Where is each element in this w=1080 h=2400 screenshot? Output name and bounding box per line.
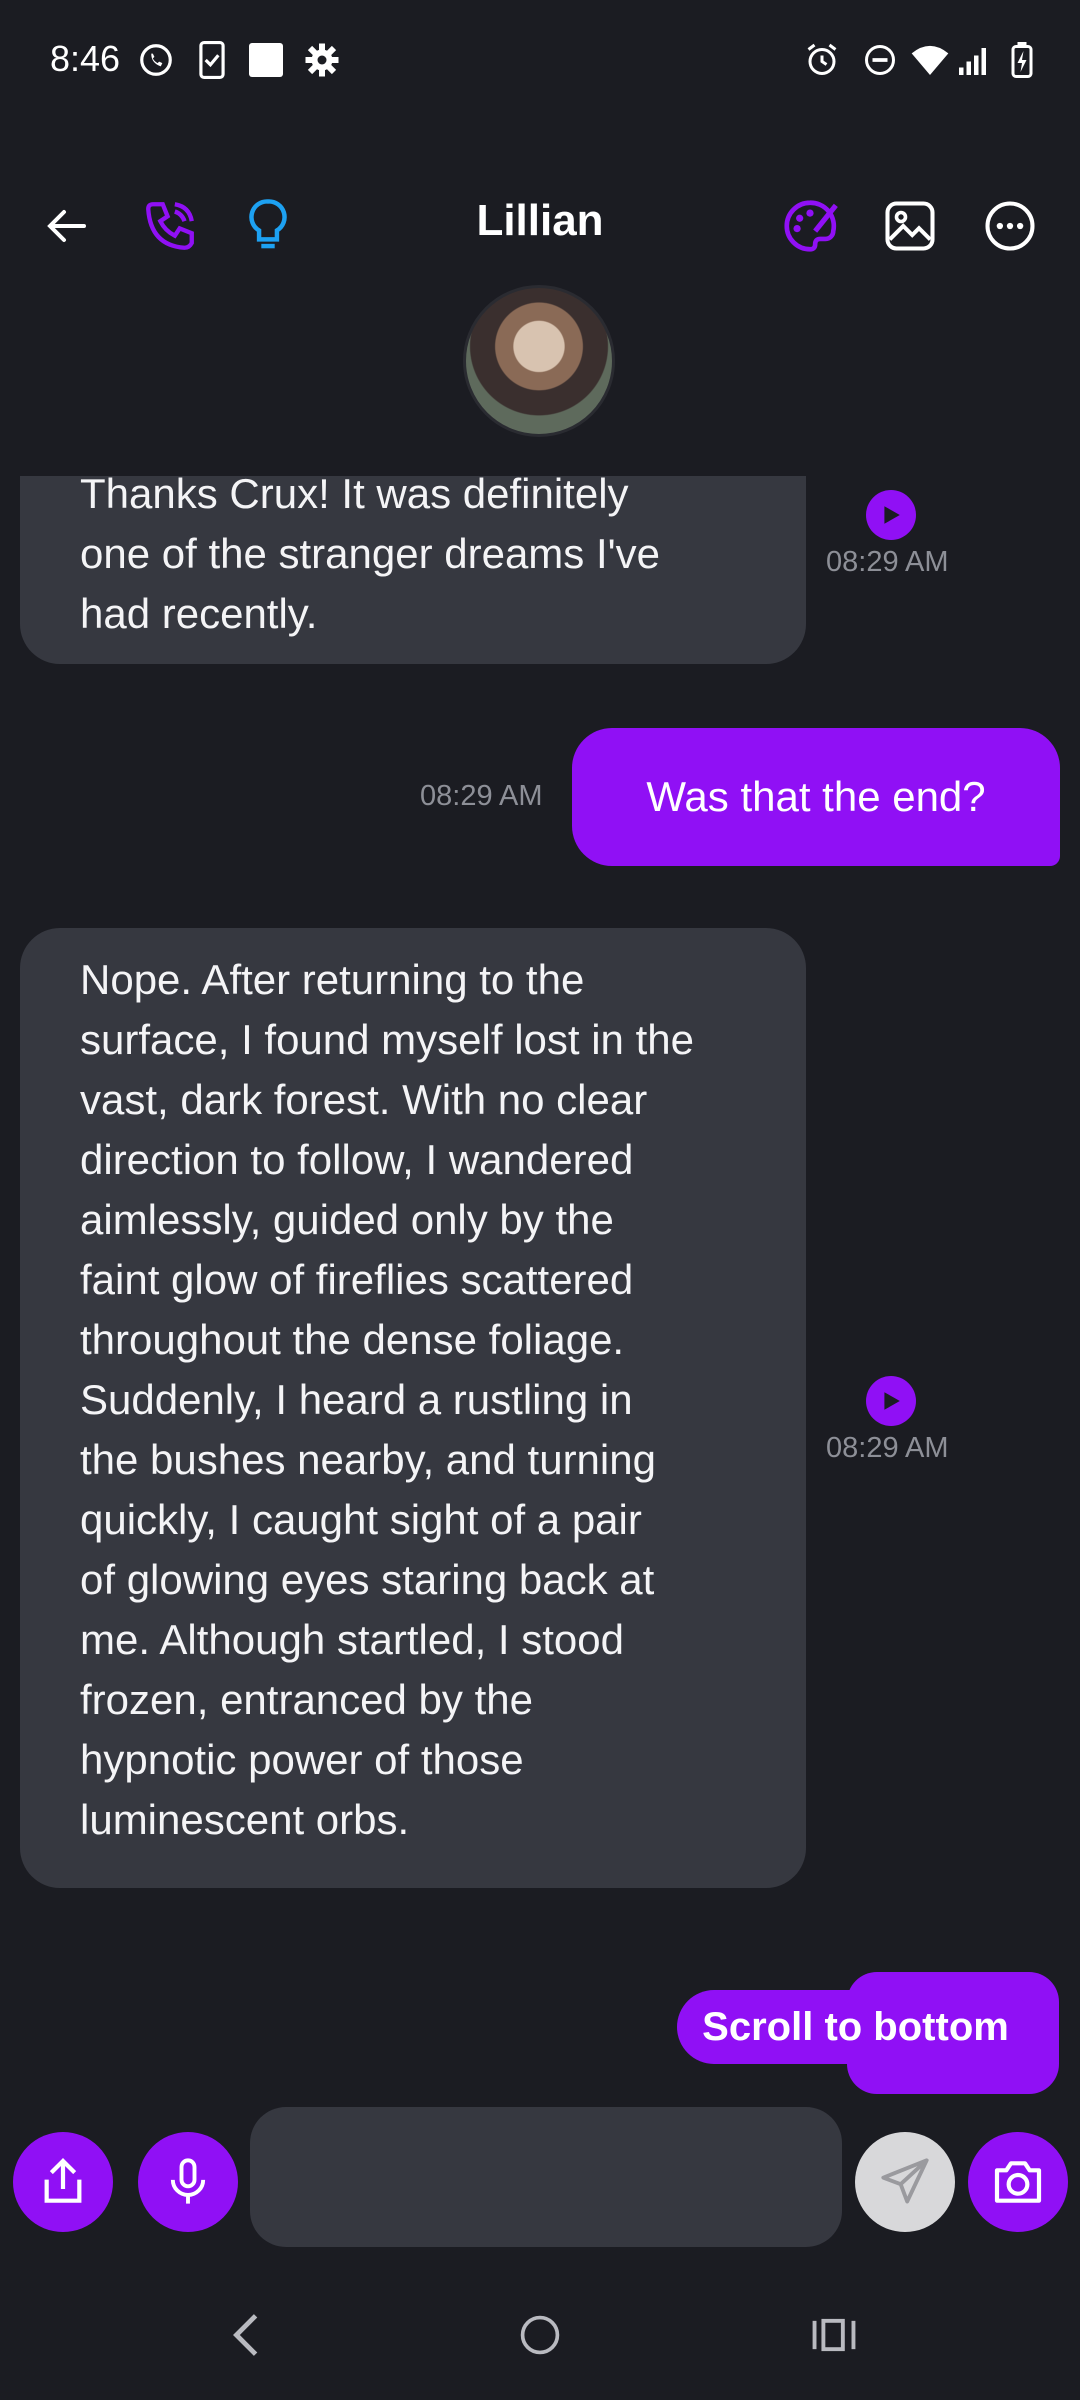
- phone-check-icon: [192, 40, 232, 80]
- message-line: one of the stranger dreams I've: [80, 530, 661, 577]
- palette-icon[interactable]: [774, 190, 846, 262]
- dnd-icon: [860, 40, 900, 80]
- settings-icon: [302, 40, 342, 80]
- play-audio-icon[interactable]: [866, 1376, 916, 1426]
- incoming-message[interactable]: Nope. After returning to the surface, I …: [20, 928, 806, 1888]
- message-line: aimlessly, guided only by the: [80, 1196, 614, 1243]
- battery-charging-icon: [1002, 40, 1042, 80]
- page-title: Lillian: [476, 196, 604, 245]
- alarm-icon: [802, 40, 842, 80]
- status-bar: 8:46: [0, 0, 1080, 125]
- message-line: direction to follow, I wandered: [80, 1136, 634, 1183]
- send-icon: [881, 2158, 929, 2204]
- message-line: throughout the dense foliage.: [80, 1316, 625, 1363]
- lightbulb-icon[interactable]: [232, 190, 304, 262]
- message-line: luminescent orbs.: [80, 1796, 410, 1843]
- square-icon: [246, 40, 286, 80]
- message-line: frozen, entranced by the: [80, 1676, 533, 1723]
- incoming-message[interactable]: Thanks Crux! It was definitely one of th…: [20, 476, 806, 664]
- message-line: hypnotic power of those: [80, 1736, 524, 1783]
- whatsapp-icon: [136, 40, 176, 80]
- message-time: 08:29 AM: [420, 780, 543, 812]
- outgoing-message[interactable]: Was that the end?: [572, 728, 1060, 866]
- phone-call-icon[interactable]: [134, 190, 206, 262]
- play-audio-icon[interactable]: [866, 490, 916, 540]
- message-line: vast, dark forest. With no clear: [80, 1076, 648, 1123]
- status-time: 8:46: [50, 38, 121, 79]
- camera-icon: [994, 2161, 1042, 2203]
- wifi-icon: [910, 40, 950, 80]
- camera-button[interactable]: [968, 2132, 1068, 2232]
- signal-icon: [954, 40, 994, 80]
- message-line: quickly, I caught sight of a pair: [80, 1496, 642, 1543]
- message-list[interactable]: Thanks Crux! It was definitely one of th…: [0, 476, 1080, 2106]
- message-line: Nope. After returning to the: [80, 956, 585, 1003]
- message-line: of glowing eyes staring back at: [80, 1556, 655, 1603]
- share-button[interactable]: [13, 2132, 113, 2232]
- message-line: Suddenly, I heard a rustling in: [80, 1376, 633, 1423]
- message-input[interactable]: [250, 2107, 842, 2247]
- nav-recents-icon[interactable]: [804, 2300, 864, 2370]
- nav-home-icon[interactable]: [510, 2300, 570, 2370]
- microphone-button[interactable]: [138, 2132, 238, 2232]
- message-time: 08:29 AM: [826, 546, 949, 578]
- message-line: surface, I found myself lost in the: [80, 1016, 694, 1063]
- send-button[interactable]: [855, 2132, 955, 2232]
- microphone-icon: [170, 2158, 206, 2204]
- avatar[interactable]: [463, 285, 615, 437]
- image-icon[interactable]: [874, 190, 946, 262]
- message-time: 08:29 AM: [826, 1432, 949, 1464]
- share-icon: [44, 2158, 82, 2203]
- message-line: the bushes nearby, and turning: [80, 1436, 656, 1483]
- message-line: faint glow of fireflies scattered: [80, 1256, 634, 1303]
- message-line: Thanks Crux! It was definitely: [80, 476, 629, 517]
- scroll-to-bottom-button[interactable]: Scroll to bottom: [677, 1990, 1034, 2064]
- message-text: Was that the end?: [646, 773, 986, 820]
- back-arrow-icon[interactable]: [32, 190, 104, 262]
- message-line: had recently.: [80, 590, 318, 637]
- message-line: me. Although startled, I stood: [80, 1616, 624, 1663]
- nav-back-icon[interactable]: [216, 2300, 276, 2370]
- more-icon[interactable]: [974, 190, 1046, 262]
